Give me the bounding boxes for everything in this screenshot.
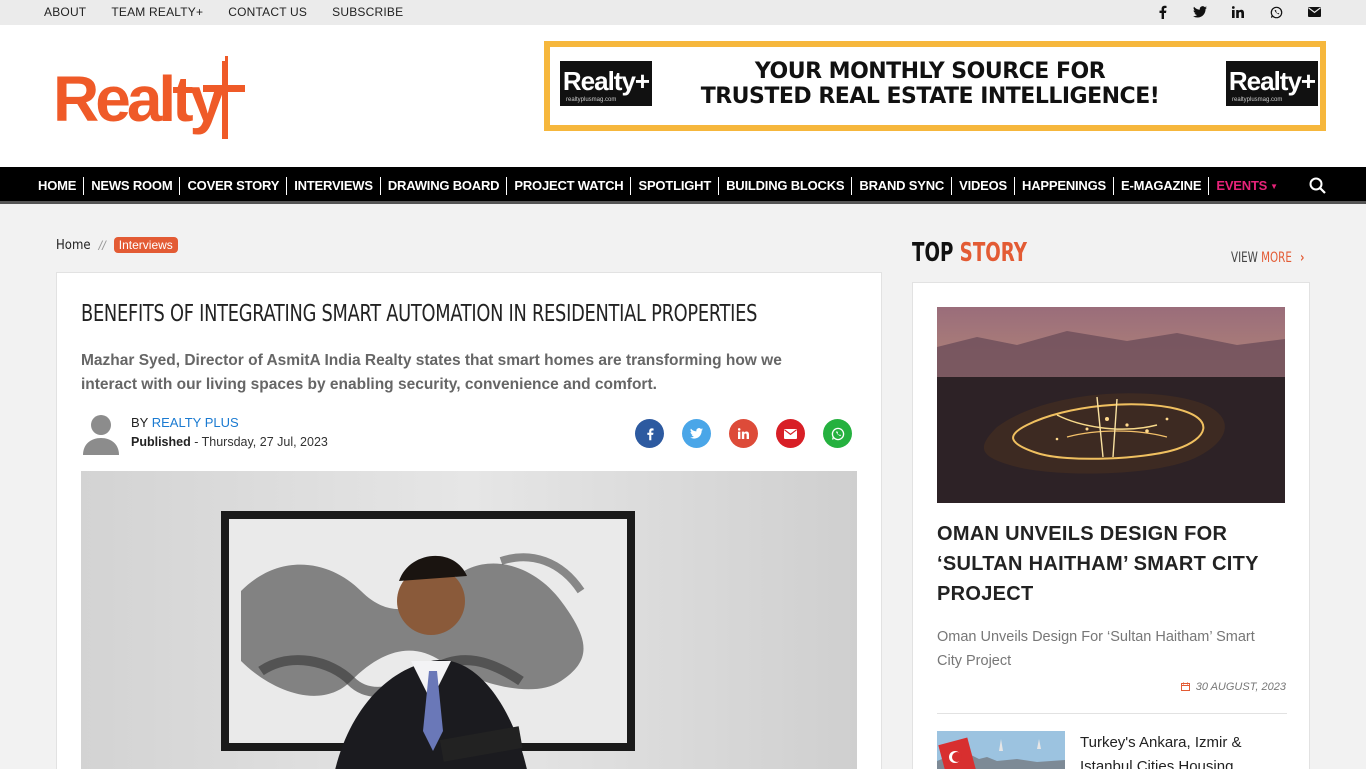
second-story-headline[interactable]: Turkey's Ankara, Izmir & Istanbul Cities… <box>1080 731 1280 769</box>
nav-interviews[interactable]: INTERVIEWS <box>287 177 381 196</box>
top-utility-bar: ABOUT TEAM REALTY+ CONTACT US SUBSCRIBE <box>0 0 1366 25</box>
nav-happenings[interactable]: HAPPENINGS <box>1015 177 1114 196</box>
share-whatsapp-button[interactable] <box>823 419 852 448</box>
search-icon[interactable] <box>1308 176 1328 196</box>
linkedin-icon[interactable] <box>1230 4 1246 20</box>
share-facebook-button[interactable] <box>635 419 664 448</box>
calendar-icon <box>1180 681 1193 693</box>
share-buttons <box>635 419 852 448</box>
nav-brand-sync[interactable]: BRAND SYNC <box>852 177 953 196</box>
nav-e-magazine[interactable]: E-MAGAZINE <box>1114 177 1210 196</box>
article-title: BENEFITS OF INTEGRATING SMART AUTOMATION… <box>81 301 758 327</box>
top-story-date: 30 AUGUST, 2023 <box>1180 681 1286 693</box>
top-story-heading: TOP STORY <box>912 238 1027 268</box>
second-story-thumbnail[interactable] <box>937 731 1065 769</box>
facebook-icon[interactable] <box>1154 4 1170 20</box>
nav-events[interactable]: EVENTS ▼ <box>1209 177 1285 195</box>
linkedin-icon <box>738 428 749 439</box>
article-hero-image <box>81 471 857 769</box>
published-line: Published - Thursday, 27 Jul, 2023 <box>131 435 328 449</box>
top-nav-about[interactable]: ABOUT <box>44 5 86 19</box>
top-nav-team[interactable]: TEAM REALTY+ <box>111 5 203 19</box>
nav-project-watch[interactable]: PROJECT WATCH <box>507 177 632 196</box>
nav-home[interactable]: HOME <box>31 177 85 196</box>
avatar <box>81 411 121 455</box>
email-icon <box>784 428 797 439</box>
svg-text:Realty: Realty <box>53 63 226 135</box>
chevron-right-icon: › <box>1300 250 1305 266</box>
share-email-button[interactable] <box>776 419 805 448</box>
banner-headline: YOUR MONTHLY SOURCE FOR TRUSTED REAL EST… <box>700 59 1160 109</box>
banner-logo-left: Realty+ realtyplusmag.com <box>560 61 652 106</box>
top-nav-subscribe[interactable]: SUBSCRIBE <box>332 5 403 19</box>
breadcrumb-separator: // <box>98 237 106 253</box>
byline: BY REALTY PLUS <box>131 415 239 430</box>
article-card: BENEFITS OF INTEGRATING SMART AUTOMATION… <box>56 272 882 769</box>
breadcrumb: Home // Interviews <box>56 237 178 253</box>
top-story-subtitle: Oman Unveils Design For ‘Sultan Haitham’… <box>937 629 1255 669</box>
divider <box>937 713 1287 714</box>
nav-spotlight[interactable]: SPOTLIGHT <box>631 177 720 196</box>
realty-plus-logo[interactable]: Realty <box>53 55 248 145</box>
nav-news-room[interactable]: NEWS ROOM <box>84 177 181 196</box>
banner-logo-right: Realty+ realtyplusmag.com <box>1226 61 1318 106</box>
top-story-image[interactable] <box>937 307 1285 503</box>
nav-building-blocks[interactable]: BUILDING BLOCKS <box>719 177 853 196</box>
facebook-icon <box>646 427 654 440</box>
breadcrumb-current[interactable]: Interviews <box>113 237 178 253</box>
email-icon[interactable] <box>1306 4 1322 20</box>
article-summary: Mazhar Syed, Director of AsmitA India Re… <box>81 352 782 393</box>
author-link[interactable]: REALTY PLUS <box>152 415 239 430</box>
view-more-link[interactable]: VIEW MORE › <box>1231 250 1304 266</box>
nav-cover-story[interactable]: COVER STORY <box>180 177 288 196</box>
top-social-links <box>1154 4 1322 20</box>
site-header: Realty Realty+ realtyplusmag.com YOUR MO… <box>0 25 1366 167</box>
whatsapp-icon <box>831 427 844 440</box>
whatsapp-icon[interactable] <box>1268 4 1284 20</box>
top-nav-contact[interactable]: CONTACT US <box>228 5 307 19</box>
share-twitter-button[interactable] <box>682 419 711 448</box>
twitter-icon[interactable] <box>1192 4 1208 20</box>
nav-drawing-board[interactable]: DRAWING BOARD <box>381 177 508 196</box>
top-nav: ABOUT TEAM REALTY+ CONTACT US SUBSCRIBE <box>44 5 428 19</box>
top-story-card: OMAN UNVEILS DESIGN FOR ‘SULTAN HAITHAM’… <box>912 282 1310 769</box>
breadcrumb-home[interactable]: Home <box>56 238 91 253</box>
magazine-banner-ad[interactable]: Realty+ realtyplusmag.com YOUR MONTHLY S… <box>544 41 1326 131</box>
caret-down-icon: ▼ <box>1270 182 1278 192</box>
share-linkedin-button[interactable] <box>729 419 758 448</box>
nav-videos[interactable]: VIDEOS <box>952 177 1016 196</box>
top-story-headline[interactable]: OMAN UNVEILS DESIGN FOR ‘SULTAN HAITHAM’… <box>937 519 1277 609</box>
published-date: - Thursday, 27 Jul, 2023 <box>194 435 328 449</box>
main-nav: HOME NEWS ROOM COVER STORY INTERVIEWS DR… <box>0 167 1366 204</box>
twitter-icon <box>690 428 703 439</box>
